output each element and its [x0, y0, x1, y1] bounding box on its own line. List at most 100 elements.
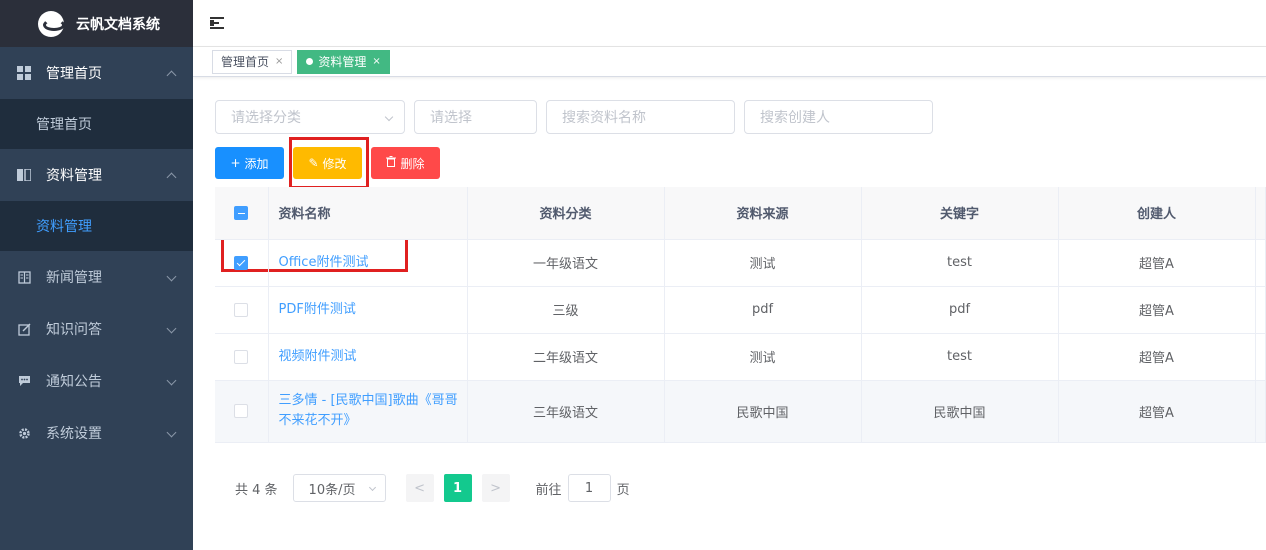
page-size-select[interactable]: 10条/页 — [292, 474, 386, 502]
chevron-down-icon — [166, 323, 177, 334]
sidebar-item-news[interactable]: 新闻管理 — [0, 251, 193, 303]
chevron-down-icon — [166, 375, 177, 386]
logo: 云帆文档系统 — [0, 0, 193, 47]
category-select[interactable]: 请选择分类 — [215, 100, 405, 134]
col-keyword: 关键字 — [861, 187, 1059, 240]
chevron-up-icon — [166, 172, 177, 183]
table-row[interactable]: 视频附件测试 二年级语文 测试 test 超管A — [215, 333, 1266, 381]
cell-extra — [1255, 239, 1266, 287]
tab-materials[interactable]: 资料管理 × — [297, 49, 390, 74]
next-page-button[interactable]: > — [481, 474, 510, 502]
cell-category: 一年级语文 — [467, 239, 665, 287]
cell-keyword: pdf — [861, 286, 1059, 334]
add-button[interactable]: + 添加 — [215, 147, 284, 179]
sidebar-item-label: 通知公告 — [46, 374, 102, 390]
col-name: 资料名称 — [268, 187, 468, 240]
app-title: 云帆文档系统 — [76, 16, 160, 33]
cell-name-link[interactable]: 三多情 - [民歌中国]歌曲《哥哥不来花不开》 — [268, 380, 468, 443]
message-icon — [16, 375, 32, 387]
cell-creator: 超管A — [1058, 239, 1256, 287]
sidebar-item-qa[interactable]: 知识问答 — [0, 303, 193, 355]
trash-icon — [386, 156, 397, 170]
book-icon — [16, 169, 32, 181]
add-button-label: 添加 — [244, 156, 269, 171]
top-navbar — [193, 0, 1266, 47]
search-name-placeholder: 搜索资料名称 — [562, 110, 646, 126]
select-all-checkbox[interactable] — [234, 205, 249, 220]
goto-prefix: 前往 — [535, 482, 562, 498]
sidebar-item-label: 知识问答 — [46, 322, 102, 338]
table-row[interactable]: 三多情 - [民歌中国]歌曲《哥哥不来花不开》 三年级语文 民歌中国 民歌中国 … — [215, 380, 1266, 443]
tab-label: 管理首页 — [221, 55, 270, 69]
search-creator-input[interactable]: 搜索创建人 — [744, 100, 933, 134]
row-checkbox-cell — [215, 333, 269, 381]
plus-icon: + — [230, 156, 241, 170]
edit-button-highlight — [289, 137, 369, 189]
table-row[interactable]: PDF附件测试 三级 pdf pdf 超管A — [215, 286, 1266, 334]
app-logo-icon — [38, 10, 65, 37]
sidebar-subitem-materials[interactable]: 资料管理 — [0, 201, 193, 251]
cell-keyword: test — [861, 333, 1059, 381]
search-creator-placeholder: 搜索创建人 — [760, 110, 830, 126]
close-icon[interactable]: × — [372, 56, 380, 67]
secondary-select-placeholder: 请选择 — [430, 110, 472, 126]
sidebar-item-settings[interactable]: 系统设置 — [0, 407, 193, 459]
table-row[interactable]: Office附件测试 一年级语文 测试 test 超管A — [215, 239, 1266, 287]
row-checkbox-cell — [215, 286, 269, 334]
page-number-current[interactable]: 1 — [443, 474, 472, 502]
cell-extra — [1255, 333, 1266, 381]
sidebar-item-dashboard[interactable]: 管理首页 — [0, 47, 193, 99]
row-checkbox-cell — [215, 380, 269, 443]
row-checkbox-cell — [215, 239, 269, 287]
close-icon[interactable]: × — [275, 56, 283, 67]
cell-source: pdf — [664, 286, 862, 334]
sidebar-item-materials[interactable]: 资料管理 — [0, 149, 193, 201]
cell-category: 三年级语文 — [467, 380, 665, 443]
pagination: 共 4 条 10条/页 < 1 > 前往 1 页 — [235, 474, 630, 502]
cell-name-link[interactable]: Office附件测试 — [268, 239, 468, 287]
header-checkbox-cell — [215, 187, 269, 240]
newspaper-icon — [16, 270, 32, 284]
col-source: 资料来源 — [664, 187, 862, 240]
cell-category: 三级 — [467, 286, 665, 334]
table-header-row: 资料名称 资料分类 资料来源 关键字 创建人 — [215, 187, 1266, 240]
row-checkbox[interactable] — [234, 404, 249, 418]
col-category: 资料分类 — [467, 187, 665, 240]
tab-dashboard[interactable]: 管理首页 × — [212, 49, 293, 74]
filter-bar: 请选择分类 请选择 搜索资料名称 搜索创建人 — [215, 100, 942, 134]
col-creator: 创建人 — [1058, 187, 1256, 240]
sidebar-item-label: 新闻管理 — [46, 270, 102, 286]
page-size-value: 10条/页 — [308, 482, 356, 498]
sidebar-item-label: 资料管理 — [46, 168, 102, 184]
col-extra — [1255, 187, 1266, 240]
cell-creator: 超管A — [1058, 380, 1256, 443]
category-select-placeholder: 请选择分类 — [231, 110, 301, 126]
secondary-select[interactable]: 请选择 — [414, 100, 537, 134]
sidebar-item-notice[interactable]: 通知公告 — [0, 355, 193, 407]
cell-creator: 超管A — [1058, 286, 1256, 334]
sidebar: 云帆文档系统 管理首页 管理首页 资料管理 资料管理 新闻管理 知识问答 通知公… — [0, 0, 193, 550]
sidebar-item-label: 管理首页 — [46, 66, 102, 82]
goto-page: 前往 1 页 — [536, 474, 630, 502]
cell-source: 民歌中国 — [664, 380, 862, 443]
goto-suffix: 页 — [616, 482, 630, 498]
goto-page-input[interactable]: 1 — [567, 474, 611, 502]
delete-button[interactable]: 删除 — [371, 147, 440, 179]
cell-keyword: 民歌中国 — [861, 380, 1059, 443]
search-name-input[interactable]: 搜索资料名称 — [546, 100, 735, 134]
row-checkbox[interactable] — [234, 349, 249, 364]
sidebar-subitem-dashboard[interactable]: 管理首页 — [0, 99, 193, 149]
cell-source: 测试 — [664, 333, 862, 381]
dashboard-grid-icon — [16, 66, 32, 80]
cell-keyword: test — [861, 239, 1059, 287]
cell-source: 测试 — [664, 239, 862, 287]
menu-collapse-icon[interactable] — [210, 16, 224, 30]
prev-page-button[interactable]: < — [405, 474, 434, 502]
cell-name-link[interactable]: PDF附件测试 — [268, 286, 468, 334]
cell-name-link[interactable]: 视频附件测试 — [268, 333, 468, 381]
pagination-total: 共 4 条 — [235, 482, 278, 498]
materials-table: 资料名称 资料分类 资料来源 关键字 创建人 Office附件测试 一年级语文 … — [215, 187, 1266, 443]
delete-button-label: 删除 — [400, 156, 425, 171]
row-checkbox[interactable] — [234, 302, 249, 317]
row-checkbox[interactable] — [234, 255, 249, 270]
